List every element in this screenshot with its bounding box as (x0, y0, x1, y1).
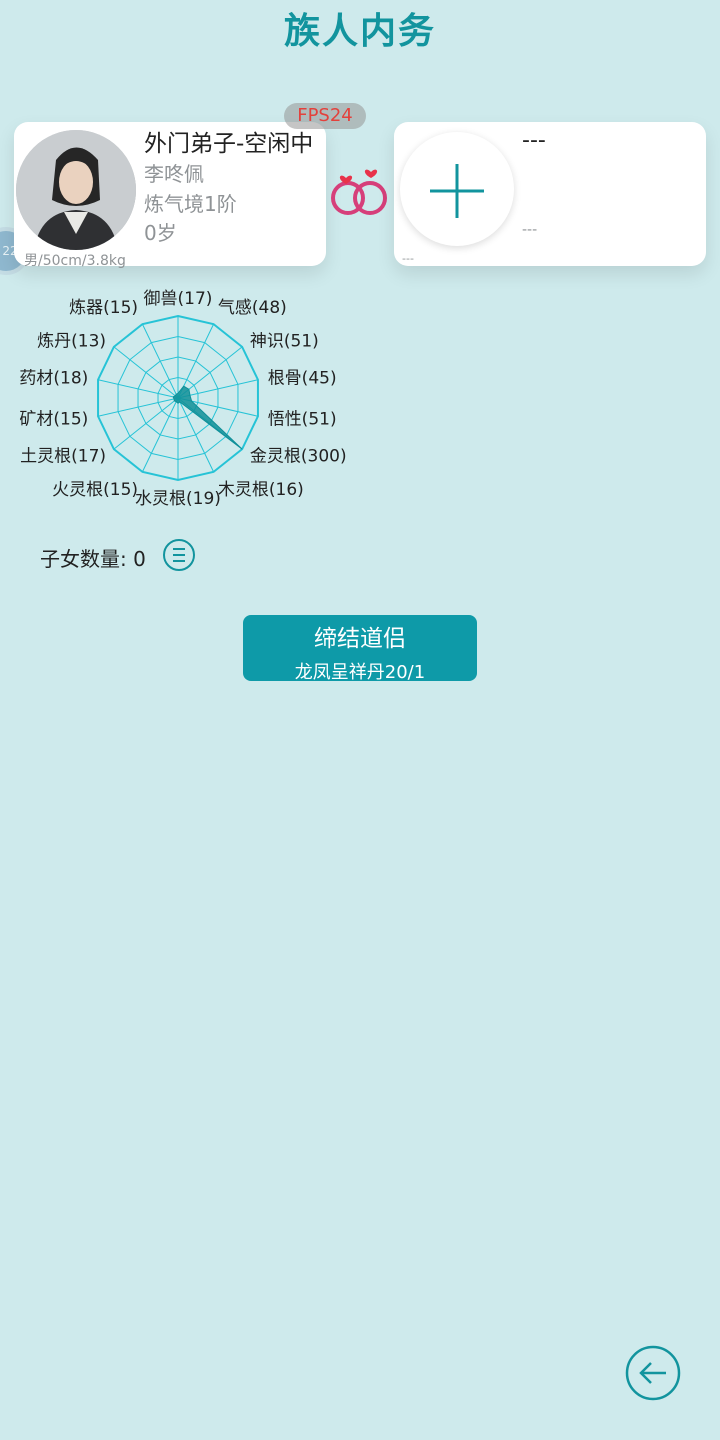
children-list-icon[interactable] (162, 538, 196, 572)
radar-label: 气感(48) (218, 298, 287, 318)
member-age: 0岁 (144, 221, 177, 245)
radar-label: 火灵根(15) (52, 480, 138, 500)
radar-label: 土灵根(17) (20, 446, 106, 466)
partner-tiny: --- (402, 252, 414, 265)
fps-badge: FPS24 (284, 103, 366, 129)
partner-sub: --- (522, 222, 538, 238)
radar-spoke (141, 397, 179, 473)
back-arrow-icon (625, 1345, 681, 1401)
radar-spoke (141, 323, 179, 399)
member-name: 李咚佩 (144, 162, 204, 186)
plus-icon (430, 164, 484, 218)
radar-label: 炼丹(13) (37, 332, 106, 352)
form-partnership-cost: 龙凤呈祥丹20/1 (294, 662, 426, 683)
radar-label: 水灵根(19) (135, 489, 221, 509)
radar-label: 矿材(15) (19, 409, 88, 429)
radar-label: 药材(18) (19, 369, 88, 389)
form-partnership-label: 缔结道侣 (314, 626, 406, 652)
attribute-radar-chart: 御兽(17) 气感(48) 神识(51) 根骨(45) 悟性(51) 金灵根(300) 木灵… (19, 289, 347, 509)
radar-label: 炼器(15) (69, 298, 138, 318)
radar-label: 根骨(45) (268, 369, 337, 389)
wedding-rings-icon (328, 162, 392, 220)
partner-card[interactable]: --- --- --- (394, 122, 706, 266)
partner-name: --- (522, 128, 546, 153)
add-partner-button[interactable] (400, 132, 514, 246)
member-body-info: 男/50cm/3.8kg (24, 253, 126, 269)
member-status: 外门弟子-空闲中 (144, 131, 314, 157)
children-count: 子女数量: 0 (40, 543, 146, 572)
radar-label: 木灵根(16) (218, 480, 304, 500)
member-card[interactable]: 外门弟子-空闲中 李咚佩 炼气境1阶 0岁 男/50cm/3.8kg (14, 122, 326, 269)
children-label: 子女数量: (40, 547, 127, 571)
radar-label: 神识(51) (250, 332, 319, 352)
form-partnership-button[interactable]: 缔结道侣 龙凤呈祥丹20/1 (243, 615, 477, 683)
radar-label: 悟性(51) (268, 409, 337, 429)
back-button[interactable] (624, 1344, 682, 1402)
children-value: 0 (133, 547, 146, 571)
member-avatar (16, 130, 136, 250)
radar-label: 金灵根(300) (250, 446, 347, 466)
radar-label: 御兽(17) (144, 289, 213, 309)
member-realm: 炼气境1阶 (144, 192, 237, 216)
page-title: 族人内务 (283, 11, 436, 52)
